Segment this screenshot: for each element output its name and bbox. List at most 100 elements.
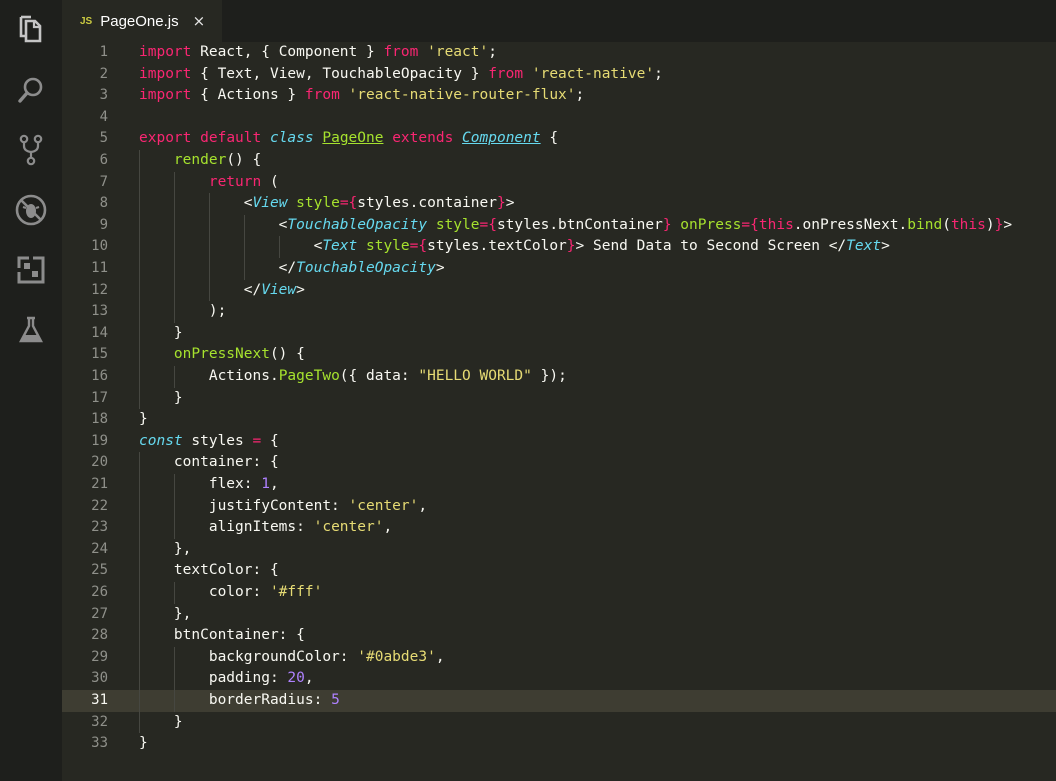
js-file-icon: JS bbox=[80, 15, 93, 27]
line-number: 15 bbox=[91, 346, 108, 363]
code-text: render() { bbox=[173, 152, 262, 168]
code-text: btnContainer: { bbox=[139, 627, 305, 644]
code-line[interactable]: 32 } bbox=[62, 712, 1056, 734]
code-line[interactable]: 31 borderRadius: 5 bbox=[62, 690, 1056, 712]
code-text: backgroundColor: '#0abde3', bbox=[139, 648, 445, 665]
line-number: 13 bbox=[91, 303, 108, 320]
source-control-icon[interactable] bbox=[0, 130, 62, 170]
line-number: 29 bbox=[91, 648, 108, 665]
code-text: <TouchableOpacity style={styles.btnConta… bbox=[139, 216, 1013, 233]
code-text: export default class PageOne extends Com… bbox=[139, 130, 559, 147]
line-number: 25 bbox=[91, 562, 108, 579]
code-line[interactable]: 15 onPressNext() { bbox=[62, 344, 1056, 366]
tab-bar: JS PageOne.js × bbox=[62, 0, 1056, 42]
code-text: } bbox=[139, 324, 183, 341]
code-text: </TouchableOpacity> bbox=[139, 260, 445, 276]
line-number: 20 bbox=[91, 454, 108, 471]
code-line[interactable]: 26 color: '#fff' bbox=[62, 582, 1056, 604]
indent-guide bbox=[173, 366, 175, 388]
code-text: onPressNext() { bbox=[173, 346, 305, 363]
code-line[interactable]: 4 bbox=[62, 107, 1056, 129]
debug-icon[interactable] bbox=[0, 190, 62, 230]
code-text: <Text style={styles.textColor}> Send Dat… bbox=[139, 238, 890, 255]
line-number: 26 bbox=[91, 584, 108, 600]
code-line[interactable]: 1 import React, { Component } from 'react… bbox=[62, 42, 1056, 64]
line-number: 2 bbox=[99, 65, 108, 82]
code-line[interactable]: 18} bbox=[62, 409, 1056, 431]
code-line[interactable]: 22 justifyContent: 'center', bbox=[62, 496, 1056, 518]
code-text: return ( bbox=[208, 173, 279, 190]
indent-guide bbox=[243, 214, 245, 280]
code-text: }, bbox=[139, 605, 192, 622]
code-line[interactable]: 20 container: { bbox=[62, 452, 1056, 474]
indent-guide bbox=[139, 150, 140, 410]
code-line[interactable]: 25 textColor: { bbox=[62, 560, 1056, 582]
code-line[interactable]: 9 <TouchableOpacity style={styles.btnCon… bbox=[62, 215, 1056, 237]
code-line[interactable]: 5 export default class PageOne extends Co… bbox=[62, 128, 1056, 150]
search-icon[interactable] bbox=[0, 70, 62, 110]
line-number: 19 bbox=[91, 432, 108, 449]
line-number: 1 bbox=[99, 44, 108, 60]
activity-bar bbox=[0, 0, 62, 781]
code-text: }, bbox=[139, 540, 192, 557]
code-line[interactable]: 16 Actions.PageTwo({ data: "HELLO WORLD"… bbox=[62, 366, 1056, 388]
line-number: 22 bbox=[91, 497, 108, 514]
code-text: color: '#fff' bbox=[139, 584, 323, 600]
indent-guide bbox=[208, 193, 210, 302]
line-number: 21 bbox=[91, 476, 108, 492]
line-number: 24 bbox=[91, 540, 108, 557]
code-line[interactable]: 10 <Text style={styles.textColor}> Send … bbox=[62, 236, 1056, 258]
code-line[interactable]: 24 }, bbox=[62, 539, 1056, 561]
code-text: justifyContent: 'center', bbox=[139, 497, 428, 514]
code-line[interactable]: 6 render() { bbox=[62, 150, 1056, 172]
code-line[interactable]: 27 }, bbox=[62, 604, 1056, 626]
code-text: } bbox=[139, 735, 148, 752]
indent-guide bbox=[173, 646, 175, 712]
code-text: padding: 20, bbox=[139, 670, 314, 687]
indent-guide bbox=[173, 582, 175, 604]
code-text: flex: 1, bbox=[139, 476, 279, 492]
code-line[interactable]: 2 import { Text, View, TouchableOpacity }… bbox=[62, 64, 1056, 86]
indent-guide bbox=[139, 452, 140, 734]
code-line[interactable]: 3 import { Actions } from 'react-native-r… bbox=[62, 85, 1056, 107]
indent-guide bbox=[278, 236, 280, 258]
tab-pageone[interactable]: JS PageOne.js × bbox=[62, 0, 222, 42]
line-number: 31 bbox=[91, 692, 108, 708]
code-line[interactable]: 8 <View style={styles.container}> bbox=[62, 193, 1056, 215]
code-text: } bbox=[139, 713, 183, 730]
line-number: 23 bbox=[91, 519, 108, 536]
indent-guide bbox=[173, 171, 175, 323]
code-text: textColor: { bbox=[139, 562, 279, 579]
code-text: import { Text, View, TouchableOpacity } … bbox=[139, 65, 663, 82]
line-number: 33 bbox=[91, 735, 108, 752]
code-line[interactable]: 30 padding: 20, bbox=[62, 668, 1056, 690]
code-line[interactable]: 19 const styles = { bbox=[62, 431, 1056, 453]
code-line[interactable]: 21 flex: 1, bbox=[62, 474, 1056, 496]
code-line[interactable]: 28 btnContainer: { bbox=[62, 625, 1056, 647]
close-icon[interactable]: × bbox=[193, 12, 206, 30]
code-line[interactable]: 29 backgroundColor: '#0abde3', bbox=[62, 647, 1056, 669]
extensions-icon[interactable] bbox=[0, 250, 62, 290]
line-number: 3 bbox=[99, 87, 108, 104]
code-line[interactable]: 33} bbox=[62, 733, 1056, 755]
test-flask-icon[interactable] bbox=[0, 310, 62, 350]
code-line[interactable]: 7 return ( bbox=[62, 172, 1056, 194]
line-number: 14 bbox=[91, 324, 108, 341]
line-number: 10 bbox=[91, 238, 108, 255]
line-number: 16 bbox=[91, 368, 108, 384]
code-line[interactable]: 11 </TouchableOpacity> bbox=[62, 258, 1056, 280]
code-line[interactable]: 13 ); bbox=[62, 301, 1056, 323]
code-editor[interactable]: 1 import React, { Component } from 'react… bbox=[62, 42, 1056, 781]
line-number: 4 bbox=[99, 108, 108, 125]
code-line[interactable]: 23 alignItems: 'center', bbox=[62, 517, 1056, 539]
line-number: 17 bbox=[91, 389, 108, 406]
line-number: 11 bbox=[91, 260, 108, 276]
code-text: borderRadius: 5 bbox=[139, 692, 340, 708]
code-line[interactable]: 14 } bbox=[62, 323, 1056, 345]
code-line[interactable]: 17 } bbox=[62, 388, 1056, 410]
line-number: 7 bbox=[99, 173, 108, 190]
code-line[interactable]: 12 </View> bbox=[62, 280, 1056, 302]
line-number: 8 bbox=[99, 195, 108, 212]
explorer-icon[interactable] bbox=[0, 10, 62, 50]
code-text: import React, { Component } from 'react'… bbox=[139, 44, 497, 60]
